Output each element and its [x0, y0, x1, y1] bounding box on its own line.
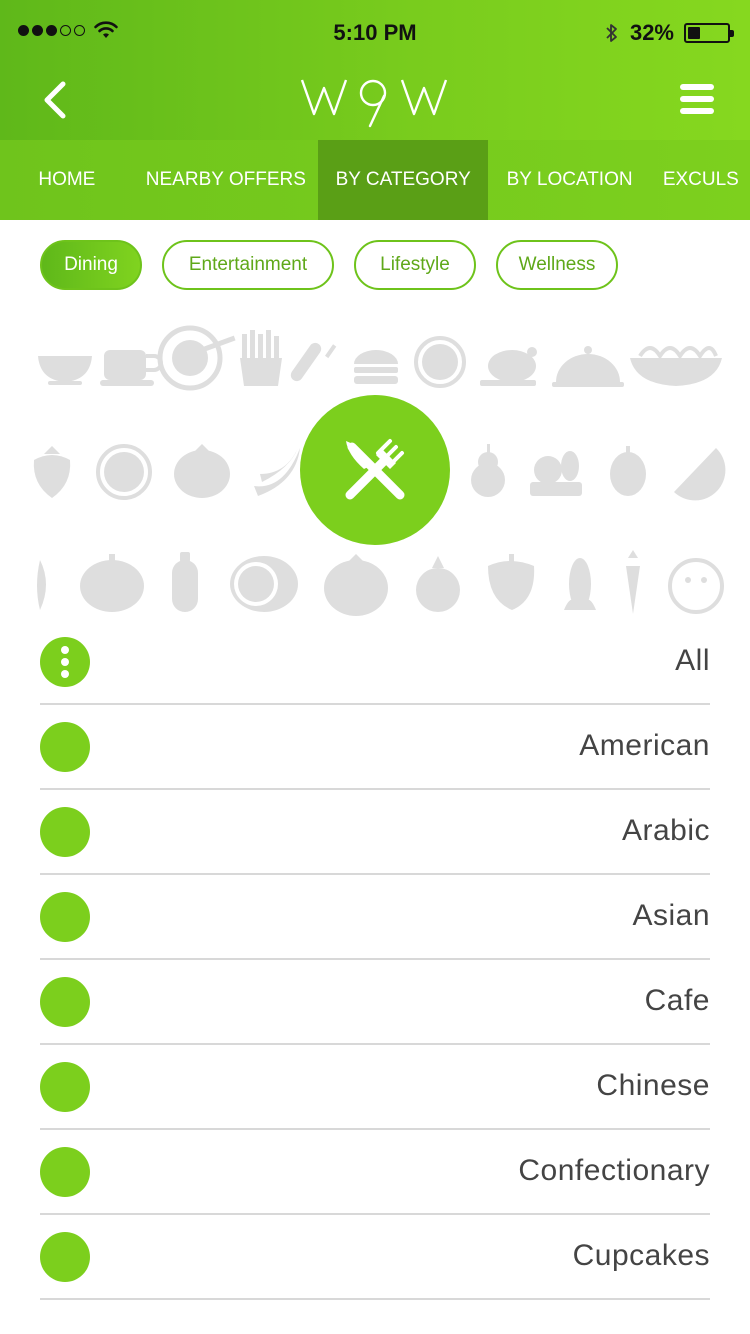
list-item[interactable]: Cupcakes	[40, 1215, 710, 1300]
cloche-icon	[552, 346, 624, 387]
category-dot-icon	[40, 722, 90, 772]
chip-wellness[interactable]: Wellness	[496, 240, 618, 290]
chip-label: Entertainment	[188, 254, 308, 275]
category-dot-icon	[40, 892, 90, 942]
category-dot-icon	[40, 807, 90, 857]
list-item-label: Asian	[632, 899, 710, 932]
category-dot-icon	[40, 1062, 90, 1112]
bluetooth-icon	[606, 24, 617, 42]
pear-icon	[471, 444, 505, 497]
category-list: All American Arabic Asian Cafe Chinese C…	[40, 620, 710, 1300]
hamburger-menu-icon	[680, 84, 714, 90]
battery-level	[688, 27, 700, 39]
tab-label: NEARBY OFFERS	[145, 169, 306, 190]
app-logo	[0, 68, 750, 132]
list-item-label: Chinese	[596, 1069, 710, 1102]
pumpkin-icon	[80, 554, 144, 612]
list-item[interactable]: Chinese	[40, 1045, 710, 1130]
chip-dining[interactable]: Dining	[40, 240, 142, 290]
tab-label: BY LOCATION	[506, 169, 633, 190]
chip-label: Dining	[64, 254, 118, 275]
onion-icon	[416, 556, 460, 612]
list-item-label: Cupcakes	[572, 1239, 710, 1272]
pasta-bowl-icon	[630, 346, 722, 386]
banana-icon	[254, 448, 300, 496]
category-dot-icon	[40, 977, 90, 1027]
tab-by-category[interactable]: BY CATEGORY	[317, 140, 489, 220]
chip-lifestyle[interactable]: Lifestyle	[354, 240, 476, 290]
tab-exclusive[interactable]: EXCULS	[651, 140, 750, 220]
list-item-label: Confectionary	[518, 1154, 710, 1187]
eggplant-icon	[172, 552, 198, 612]
tab-by-location[interactable]: BY LOCATION	[488, 140, 650, 220]
coffee-cup-icon	[100, 350, 163, 386]
fruit-basket-icon	[530, 451, 582, 496]
burger-icon	[354, 350, 398, 384]
menu-button[interactable]	[672, 74, 722, 124]
battery-percent: 32%	[629, 20, 674, 45]
pizza-icon	[414, 336, 466, 388]
tab-label: EXCULS	[662, 169, 739, 190]
list-item[interactable]: Cafe	[40, 960, 710, 1045]
battery-icon	[684, 23, 734, 43]
list-item[interactable]: American	[40, 705, 710, 790]
list-item-label: American	[579, 729, 710, 762]
status-bar: 5:10 PM 32%	[0, 0, 750, 66]
chip-label: Lifestyle	[380, 254, 450, 275]
tab-label: BY CATEGORY	[335, 169, 471, 190]
list-item-label: Arabic	[621, 814, 710, 847]
list-item-label: Cafe	[644, 984, 710, 1017]
soup-bowl-icon	[38, 356, 92, 385]
status-right: 32%	[604, 20, 734, 46]
tomato-icon	[174, 444, 230, 498]
category-dot-icon	[40, 1232, 90, 1282]
watermelon-icon	[96, 444, 152, 500]
lemon-half-icon	[230, 556, 298, 612]
list-item-all[interactable]: All	[40, 620, 710, 705]
corn-icon	[564, 558, 596, 610]
category-tabs: HOME NEARBY OFFERS BY CATEGORY BY LOCATI…	[0, 140, 750, 220]
more-options-icon	[40, 637, 90, 687]
logo-wordmark	[300, 79, 448, 128]
chip-label: Wellness	[518, 254, 596, 275]
raspberry-icon	[610, 446, 646, 496]
chip-entertainment[interactable]: Entertainment	[162, 240, 334, 290]
plate-cutlery-icon	[157, 325, 236, 391]
dining-category-badge	[300, 395, 450, 545]
nav-bar	[0, 66, 750, 140]
app-header: 5:10 PM 32%	[0, 0, 750, 140]
tab-home[interactable]: HOME	[0, 140, 134, 220]
cupcake-doodle-icon	[668, 558, 724, 614]
melon-slice-icon	[674, 448, 726, 501]
bell-pepper-icon	[488, 554, 535, 610]
strawberry-icon	[33, 446, 71, 498]
subcategory-chips: Dining Entertainment Lifestyle Wellness	[40, 240, 618, 290]
roast-chicken-icon	[480, 347, 537, 386]
list-item[interactable]: Asian	[40, 875, 710, 960]
fries-icon	[240, 330, 282, 386]
tab-nearby-offers[interactable]: NEARBY OFFERS	[134, 140, 318, 220]
tomato-icon	[324, 554, 388, 616]
carrot-icon	[626, 550, 640, 614]
list-item-label: All	[675, 644, 710, 677]
chili-icon	[37, 560, 46, 610]
corndog-icon	[290, 342, 337, 382]
list-item[interactable]: Arabic	[40, 790, 710, 875]
tab-label: HOME	[38, 169, 96, 190]
list-item[interactable]: Confectionary	[40, 1130, 710, 1215]
category-dot-icon	[40, 1147, 90, 1197]
fork-knife-icon	[345, 439, 405, 500]
